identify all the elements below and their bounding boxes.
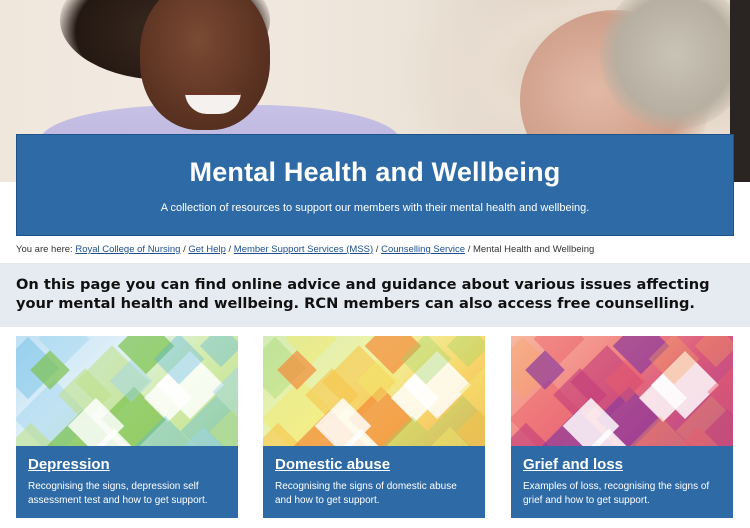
- card-art: [263, 336, 485, 446]
- hero-banner: Mental Health and Wellbeing A collection…: [16, 134, 734, 236]
- card-title-link[interactable]: Domestic abuse: [275, 456, 390, 473]
- card-depression[interactable]: Depression Recognising the signs, depres…: [16, 336, 238, 518]
- breadcrumb-link-get-help[interactable]: Get Help: [188, 244, 226, 255]
- breadcrumb: You are here: Royal College of Nursing /…: [16, 244, 595, 255]
- card-title-link[interactable]: Grief and loss: [523, 456, 623, 473]
- art-diamond: [694, 336, 733, 368]
- page-subtitle: A collection of resources to support our…: [160, 202, 590, 214]
- card-description: Recognising the signs of domestic abuse …: [275, 481, 457, 506]
- breadcrumb-link-counselling[interactable]: Counselling Service: [381, 244, 465, 255]
- intro-text: On this page you can find online advice …: [16, 276, 710, 312]
- breadcrumb-link-rcn[interactable]: Royal College of Nursing: [75, 244, 180, 255]
- card-title-link[interactable]: Depression: [28, 456, 110, 473]
- breadcrumb-current: Mental Health and Wellbeing: [472, 244, 595, 255]
- card-description: Recognising the signs, depression self a…: [28, 481, 208, 506]
- breadcrumb-prefix: You are here:: [16, 244, 73, 255]
- card-domestic-abuse[interactable]: Domestic abuse Recognising the signs of …: [263, 336, 485, 518]
- intro-band: On this page you can find online advice …: [0, 263, 750, 327]
- art-diamond: [199, 336, 238, 368]
- page-title: Mental Health and Wellbeing: [189, 157, 561, 187]
- card-description: Examples of loss, recognising the signs …: [523, 481, 710, 506]
- card-art: [511, 336, 733, 446]
- card-art: [16, 336, 238, 446]
- art-diamond: [446, 336, 485, 368]
- card-grief-and-loss[interactable]: Grief and loss Examples of loss, recogni…: [511, 336, 733, 518]
- breadcrumb-link-mss[interactable]: Member Support Services (MSS): [234, 244, 373, 255]
